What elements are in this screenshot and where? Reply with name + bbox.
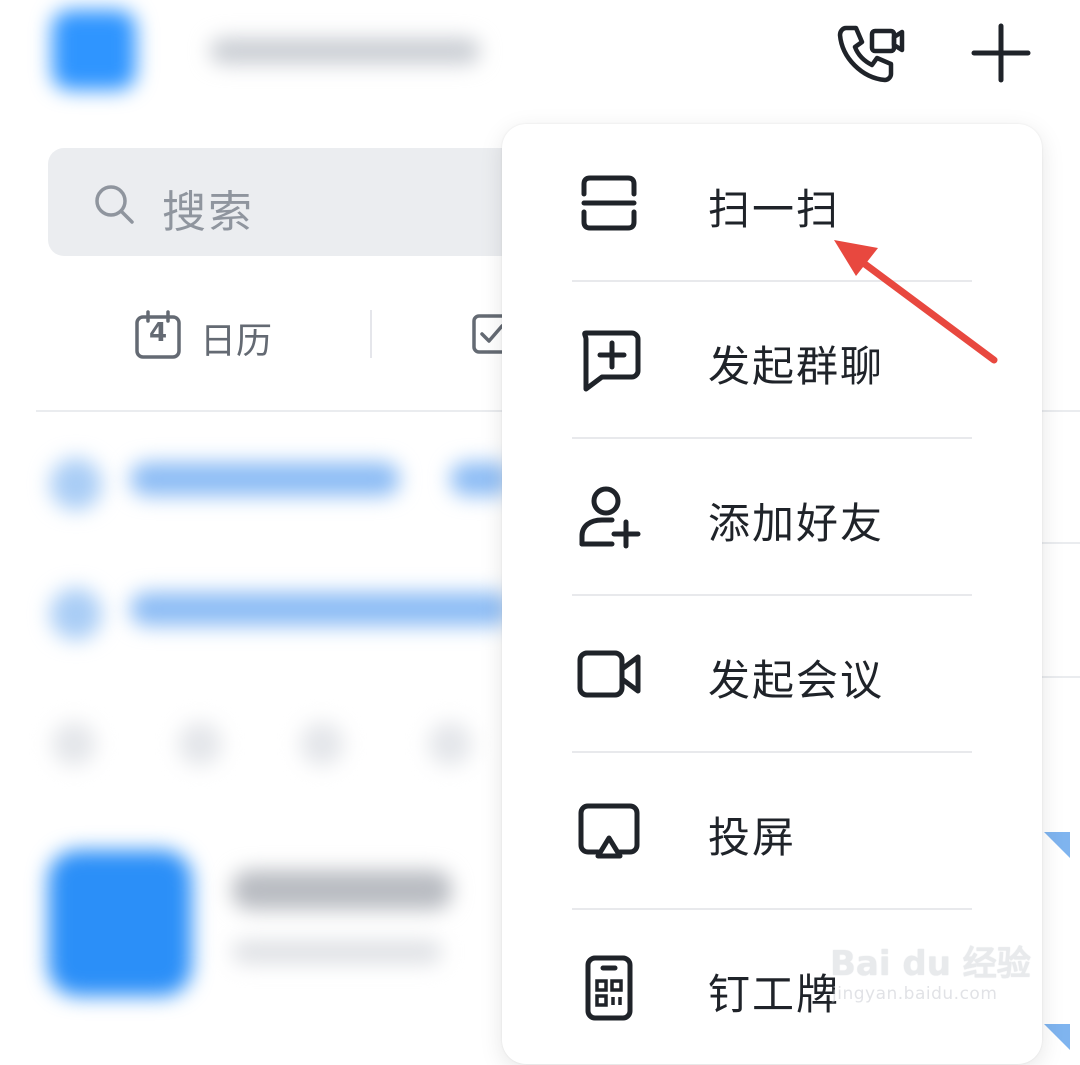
list-item-text[interactable] [130,592,510,626]
menu-item-screen-cast[interactable]: 投屏 [502,752,1042,908]
app-title [210,38,480,64]
list-item-text[interactable] [130,462,400,496]
divider [1042,676,1080,678]
baidu-jingyan-watermark: Bai du 经验 jingyan.baidu.com [830,936,1031,1026]
list-item-icon [50,588,102,640]
screen-cast-icon [578,803,640,859]
menu-item-label: 发起会议 [708,656,885,705]
menu-item-meeting[interactable]: 发起会议 [502,595,1042,751]
add-friend-icon [579,486,641,549]
tab-divider [370,310,372,358]
menu-item-add-friend[interactable]: 添加好友 [502,438,1042,594]
conversation-avatar[interactable] [48,850,192,996]
call-video-icon[interactable] [836,22,906,84]
scan-icon [581,175,637,231]
search-icon [95,185,134,224]
shortcut-icon[interactable] [428,722,472,766]
tab-calendar[interactable]: 日历 [200,312,272,364]
new-group-chat-icon [582,330,641,392]
unread-corner [1044,832,1070,858]
shortcut-icon[interactable] [52,722,96,766]
conversation-preview [232,940,442,964]
list-item-icon [50,458,102,510]
calendar-day: 4 [148,318,168,348]
list-item-text[interactable] [450,462,510,496]
menu-item-label: 钉工牌 [708,970,841,1019]
shortcut-icon[interactable] [178,722,222,766]
search-input[interactable]: 搜索 [162,176,254,240]
annotation-arrow-icon [834,240,998,364]
watermark-logo: Bai du 经验 [830,944,1031,984]
unread-corner [1044,1024,1070,1050]
divider [1042,542,1080,544]
work-badge-icon [585,955,633,1021]
conversation-title [232,870,452,910]
menu-item-label: 添加好友 [708,499,885,548]
menu-item-label: 扫一扫 [708,185,841,234]
video-meeting-icon [577,650,641,698]
watermark-url: jingyan.baidu.com [832,984,998,1004]
divider [1042,410,1080,412]
menu-item-label: 投屏 [708,813,797,862]
plus-icon[interactable] [970,22,1032,84]
app-avatar[interactable] [52,10,136,90]
shortcut-icon[interactable] [300,722,344,766]
